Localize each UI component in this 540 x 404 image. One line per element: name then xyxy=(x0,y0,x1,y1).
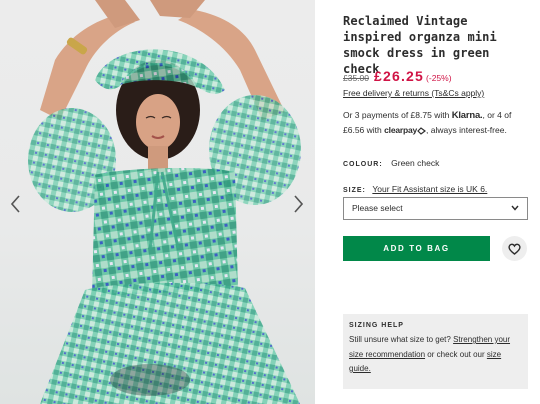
add-to-bag-button[interactable]: ADD TO BAG xyxy=(343,236,490,261)
colour-row: COLOUR: Green check xyxy=(343,153,439,171)
size-select[interactable]: Please select xyxy=(343,197,528,220)
chevron-down-icon xyxy=(511,205,519,211)
fit-assistant-link[interactable]: Your Fit Assistant size is UK 6. xyxy=(372,184,487,194)
price-row: £35.00 £26.25 (-25%) xyxy=(343,68,452,86)
colour-label: COLOUR: xyxy=(343,161,383,168)
payment-text-prefix: Or 3 payments of £8.75 with xyxy=(343,110,450,120)
chevron-left-icon xyxy=(11,195,20,213)
product-image-gallery xyxy=(0,0,315,404)
clearpay-logo[interactable]: clearpay xyxy=(384,125,427,135)
previous-image-button[interactable] xyxy=(6,190,26,218)
product-details-panel: Reclaimed Vintage inspired organza mini … xyxy=(343,0,533,404)
klarna-logo[interactable]: Klarna. xyxy=(452,110,483,121)
previous-price: £35.00 xyxy=(343,73,369,83)
heart-icon xyxy=(508,243,521,255)
size-row: SIZE: Your Fit Assistant size is UK 6. xyxy=(343,179,487,197)
delivery-returns-link[interactable]: Free delivery & returns (Ts&Cs apply) xyxy=(343,88,484,98)
clearpay-icon xyxy=(417,126,427,135)
clearpay-logo-text: clearpay xyxy=(384,125,418,135)
size-select-value: Please select xyxy=(352,203,403,213)
colour-value: Green check xyxy=(391,158,440,168)
payment-options: Or 3 payments of £8.75 with Klarna., or … xyxy=(343,108,533,138)
chevron-right-icon xyxy=(294,195,303,213)
sizing-help-box: SIZING HELP Still unsure what size to ge… xyxy=(343,314,528,389)
next-image-button[interactable] xyxy=(288,190,308,218)
discount-percentage: (-25%) xyxy=(426,73,452,83)
product-photo xyxy=(28,0,301,404)
save-for-later-button[interactable] xyxy=(502,236,527,261)
sizing-help-text-1: Still unsure what size to get? xyxy=(349,335,451,344)
current-price: £26.25 xyxy=(374,68,425,84)
sizing-help-text: Still unsure what size to get? Strengthe… xyxy=(349,333,522,377)
sizing-help-text-2: or check out our xyxy=(427,349,485,359)
sizing-help-heading: SIZING HELP xyxy=(349,322,404,329)
payment-text-suffix: , always interest-free. xyxy=(426,125,507,135)
size-label: SIZE: xyxy=(343,187,366,194)
